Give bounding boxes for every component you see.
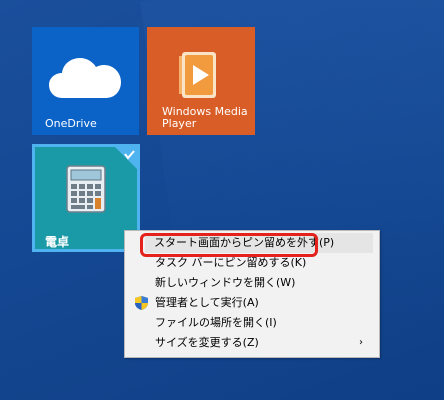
tile-label: 電卓 bbox=[45, 235, 70, 249]
media-player-icon bbox=[179, 52, 216, 98]
tile-label: OneDrive bbox=[45, 117, 97, 130]
menu-item-run-as-admin[interactable]: 管理者として実行(A) bbox=[125, 293, 379, 313]
menu-item-unpin-from-start[interactable]: スタート画面からピン留めを外す(P) bbox=[145, 233, 373, 253]
context-menu: スタート画面からピン留めを外す(P) タスク バーにピン留めする(K) 新しいウ… bbox=[124, 230, 380, 358]
menu-item-pin-to-taskbar[interactable]: タスク バーにピン留めする(K) bbox=[125, 253, 379, 273]
menu-item-label: スタート画面からピン留めを外す(P) bbox=[154, 236, 335, 249]
uac-shield-icon bbox=[135, 296, 148, 310]
menu-item-open-file-location[interactable]: ファイルの場所を開く(I) bbox=[125, 313, 379, 333]
cloud-icon bbox=[49, 58, 121, 98]
tile-label: Windows Media Player bbox=[162, 105, 248, 130]
menu-item-label: 新しいウィンドウを開く(W) bbox=[155, 276, 296, 289]
calculator-icon bbox=[66, 165, 106, 213]
selection-check-icon bbox=[115, 147, 137, 169]
start-screen: OneDrive Windows Media Player 電卓 スタート画面か… bbox=[0, 0, 444, 400]
menu-item-label: サイズを変更する(Z) bbox=[155, 336, 259, 349]
tile-windows-media-player[interactable]: Windows Media Player bbox=[147, 27, 255, 135]
menu-item-resize[interactable]: サイズを変更する(Z) › bbox=[125, 333, 379, 353]
menu-item-label: 管理者として実行(A) bbox=[155, 296, 259, 309]
tile-onedrive[interactable]: OneDrive bbox=[32, 27, 139, 135]
menu-item-label: ファイルの場所を開く(I) bbox=[155, 316, 277, 329]
submenu-arrow-icon: › bbox=[359, 337, 363, 348]
menu-item-open-new-window[interactable]: 新しいウィンドウを開く(W) bbox=[125, 273, 379, 293]
menu-item-label: タスク バーにピン留めする(K) bbox=[155, 256, 307, 269]
